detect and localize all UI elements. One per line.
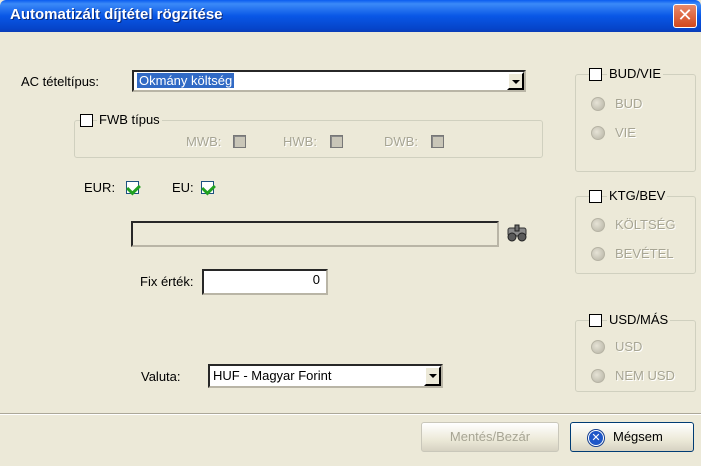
bud-vie-groupbox [575,74,696,172]
dwb-checkbox[interactable] [431,135,444,148]
fwb-label: FWB típus [97,112,162,127]
bud-radio[interactable] [591,97,605,111]
close-icon: ✕ [677,5,693,26]
title-bar: Automatizált díjtétel rögzítése ✕ [0,0,701,32]
dialog-window: Automatizált díjtétel rögzítése ✕ AC tét… [0,0,701,466]
ktg-bev-checkbox[interactable] [589,190,602,203]
usd-mas-title: USD/MÁS [607,312,671,327]
nem-usd-label: NEM USD [615,368,675,383]
fix-value-text: 0 [312,272,320,287]
bevetel-label: BEVÉTEL [615,246,674,261]
dwb-label: DWB: [384,134,418,149]
ac-type-label: AC tételtípus: [21,74,100,89]
window-title: Automatizált díjtétel rögzítése [10,6,223,23]
currency-select[interactable]: HUF - Magyar Forint [208,364,443,388]
mwb-checkbox[interactable] [233,135,246,148]
bevetel-radio[interactable] [591,247,605,261]
vie-radio[interactable] [591,126,605,140]
cancel-button[interactable]: ✕ Mégsem [570,422,694,452]
mwb-label: MWB: [186,134,222,149]
save-close-button[interactable]: Mentés/Bezár [421,422,559,452]
currency-value: HUF - Magyar Forint [213,368,332,383]
currency-label: Valuta: [141,369,181,384]
ac-type-select[interactable]: Okmány költség [132,70,526,92]
vie-label: VIE [615,125,636,140]
nem-usd-radio[interactable] [591,369,605,383]
eu-label: EU: [172,180,194,195]
usd-radio[interactable] [591,340,605,354]
bud-vie-checkbox[interactable] [589,68,602,81]
eur-label: EUR: [84,180,116,195]
eur-checkbox[interactable] [126,181,139,194]
koltseg-radio[interactable] [591,218,605,232]
ac-type-value: Okmány költség [137,73,235,88]
close-button[interactable]: ✕ [673,4,697,28]
eu-checkbox[interactable] [201,181,214,194]
hwb-checkbox[interactable] [330,135,343,148]
ktg-bev-groupbox [575,196,696,274]
bud-label: BUD [615,96,643,111]
usd-label: USD [615,339,643,354]
hwb-label: HWB: [283,134,317,149]
fix-value-input[interactable]: 0 [202,269,328,295]
binoculars-icon[interactable] [505,222,529,244]
usd-mas-checkbox[interactable] [589,314,602,327]
cancel-label: Mégsem [613,429,663,444]
chevron-down-icon[interactable] [424,366,441,386]
account-field[interactable] [131,221,499,247]
bud-vie-title: BUD/VIE [607,66,664,81]
fwb-checkbox[interactable] [80,114,93,127]
save-close-label: Mentés/Bezár [449,429,531,444]
cancel-icon: ✕ [588,430,604,446]
footer-separator [0,413,701,415]
ktg-bev-title: KTG/BEV [607,188,668,203]
koltseg-label: KÖLTSÉG [615,217,676,232]
fix-value-label: Fix érték: [140,274,194,289]
chevron-down-icon[interactable] [507,72,524,90]
